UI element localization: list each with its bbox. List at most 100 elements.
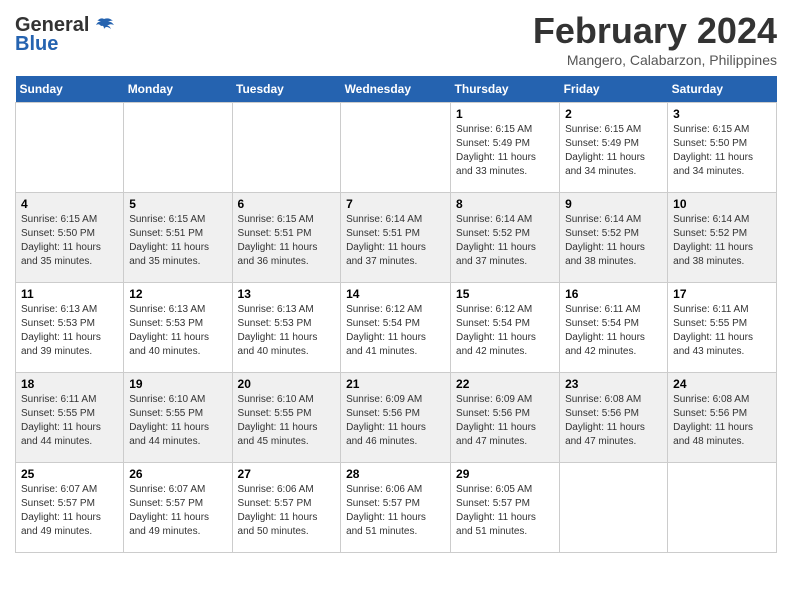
day-number: 27 — [238, 467, 336, 481]
day-number: 28 — [346, 467, 445, 481]
table-cell: 20 Sunrise: 6:10 AM Sunset: 5:55 PM Dayli… — [232, 373, 341, 463]
day-info: Sunrise: 6:12 AM Sunset: 5:54 PM Dayligh… — [346, 303, 445, 359]
day-info: Sunrise: 6:06 AM Sunset: 5:57 PM Dayligh… — [238, 483, 336, 539]
logo-bird-icon — [93, 17, 115, 35]
day-info: Sunrise: 6:15 AM Sunset: 5:50 PM Dayligh… — [673, 123, 771, 179]
table-cell — [341, 103, 451, 193]
calendar-week-row: 4 Sunrise: 6:15 AM Sunset: 5:50 PM Daylig… — [16, 193, 777, 283]
day-number: 21 — [346, 377, 445, 391]
day-number: 4 — [21, 197, 118, 211]
table-cell: 4 Sunrise: 6:15 AM Sunset: 5:50 PM Daylig… — [16, 193, 124, 283]
title-area: February 2024 Mangero, Calabarzon, Phili… — [533, 10, 777, 68]
day-info: Sunrise: 6:14 AM Sunset: 5:52 PM Dayligh… — [565, 213, 662, 269]
day-number: 26 — [129, 467, 226, 481]
day-info: Sunrise: 6:08 AM Sunset: 5:56 PM Dayligh… — [673, 393, 771, 449]
table-cell: 7 Sunrise: 6:14 AM Sunset: 5:51 PM Daylig… — [341, 193, 451, 283]
day-number: 17 — [673, 287, 771, 301]
day-info: Sunrise: 6:08 AM Sunset: 5:56 PM Dayligh… — [565, 393, 662, 449]
day-info: Sunrise: 6:11 AM Sunset: 5:55 PM Dayligh… — [673, 303, 771, 359]
day-number: 18 — [21, 377, 118, 391]
table-cell: 12Sunrise: 6:13 AM Sunset: 5:53 PM Dayli… — [124, 283, 232, 373]
day-number: 6 — [238, 197, 336, 211]
day-info: Sunrise: 6:15 AM Sunset: 5:50 PM Dayligh… — [21, 213, 118, 269]
table-cell: 9 Sunrise: 6:14 AM Sunset: 5:52 PM Daylig… — [560, 193, 668, 283]
table-cell: 5 Sunrise: 6:15 AM Sunset: 5:51 PM Daylig… — [124, 193, 232, 283]
day-number: 10 — [673, 197, 771, 211]
header-tuesday: Tuesday — [232, 76, 341, 103]
table-cell: 14 Sunrise: 6:12 AM Sunset: 5:54 PM Dayli… — [341, 283, 451, 373]
header-monday: Monday — [124, 76, 232, 103]
day-info: Sunrise: 6:15 AM Sunset: 5:49 PM Dayligh… — [456, 123, 554, 179]
table-cell: 26 Sunrise: 6:07 AM Sunset: 5:57 PM Dayli… — [124, 463, 232, 553]
table-cell: 1 Sunrise: 6:15 AM Sunset: 5:49 PM Daylig… — [451, 103, 560, 193]
day-info: Sunrise: 6:10 AM Sunset: 5:55 PM Dayligh… — [238, 393, 336, 449]
day-number: 2 — [565, 107, 662, 121]
day-number: 7 — [346, 197, 445, 211]
month-title: February 2024 — [533, 10, 777, 52]
table-cell: 2 Sunrise: 6:15 AM Sunset: 5:49 PM Daylig… — [560, 103, 668, 193]
table-cell: 29 Sunrise: 6:05 AM Sunset: 5:57 PM Dayli… — [451, 463, 560, 553]
calendar-week-row: 18 Sunrise: 6:11 AM Sunset: 5:55 PM Dayli… — [16, 373, 777, 463]
day-info: Sunrise: 6:10 AM Sunset: 5:55 PM Dayligh… — [129, 393, 226, 449]
day-info: Sunrise: 6:12 AM Sunset: 5:54 PM Dayligh… — [456, 303, 554, 359]
day-number: 5 — [129, 197, 226, 211]
day-number: 16 — [565, 287, 662, 301]
day-number: 20 — [238, 377, 336, 391]
header-thursday: Thursday — [451, 76, 560, 103]
day-info: Sunrise: 6:07 AM Sunset: 5:57 PM Dayligh… — [129, 483, 226, 539]
day-number: 22 — [456, 377, 554, 391]
day-info: Sunrise: 6:11 AM Sunset: 5:55 PM Dayligh… — [21, 393, 118, 449]
table-cell: 23Sunrise: 6:08 AM Sunset: 5:56 PM Dayli… — [560, 373, 668, 463]
table-cell: 10 Sunrise: 6:14 AM Sunset: 5:52 PM Dayli… — [668, 193, 777, 283]
table-cell: 18 Sunrise: 6:11 AM Sunset: 5:55 PM Dayli… — [16, 373, 124, 463]
table-cell — [560, 463, 668, 553]
day-number: 14 — [346, 287, 445, 301]
day-info: Sunrise: 6:05 AM Sunset: 5:57 PM Dayligh… — [456, 483, 554, 539]
day-info: Sunrise: 6:13 AM Sunset: 5:53 PM Dayligh… — [21, 303, 118, 359]
header-friday: Friday — [560, 76, 668, 103]
location-subtitle: Mangero, Calabarzon, Philippines — [533, 52, 777, 68]
day-info: Sunrise: 6:09 AM Sunset: 5:56 PM Dayligh… — [456, 393, 554, 449]
table-cell — [16, 103, 124, 193]
day-number: 19 — [129, 377, 226, 391]
table-cell: 24 Sunrise: 6:08 AM Sunset: 5:56 PM Dayli… — [668, 373, 777, 463]
day-info: Sunrise: 6:15 AM Sunset: 5:51 PM Dayligh… — [238, 213, 336, 269]
day-number: 12 — [129, 287, 226, 301]
day-number: 15 — [456, 287, 554, 301]
table-cell: 19 Sunrise: 6:10 AM Sunset: 5:55 PM Dayli… — [124, 373, 232, 463]
logo: General Blue — [15, 14, 115, 56]
day-info: Sunrise: 6:15 AM Sunset: 5:49 PM Dayligh… — [565, 123, 662, 179]
table-cell: 13 Sunrise: 6:13 AM Sunset: 5:53 PM Dayli… — [232, 283, 341, 373]
table-cell: 6 Sunrise: 6:15 AM Sunset: 5:51 PM Daylig… — [232, 193, 341, 283]
table-cell: 28 Sunrise: 6:06 AM Sunset: 5:57 PM Dayli… — [341, 463, 451, 553]
day-info: Sunrise: 6:14 AM Sunset: 5:51 PM Dayligh… — [346, 213, 445, 269]
calendar-week-row: 25 Sunrise: 6:07 AM Sunset: 5:57 PM Dayli… — [16, 463, 777, 553]
day-info: Sunrise: 6:06 AM Sunset: 5:57 PM Dayligh… — [346, 483, 445, 539]
day-number: 13 — [238, 287, 336, 301]
day-number: 24 — [673, 377, 771, 391]
day-number: 29 — [456, 467, 554, 481]
day-number: 9 — [565, 197, 662, 211]
table-cell: 27 Sunrise: 6:06 AM Sunset: 5:57 PM Dayli… — [232, 463, 341, 553]
table-cell: 25 Sunrise: 6:07 AM Sunset: 5:57 PM Dayli… — [16, 463, 124, 553]
logo-blue-text: Blue — [15, 33, 58, 56]
header: General Blue February 2024 Mangero, Cala… — [15, 10, 777, 68]
calendar-week-row: 11 Sunrise: 6:13 AM Sunset: 5:53 PM Dayli… — [16, 283, 777, 373]
header-wednesday: Wednesday — [341, 76, 451, 103]
table-cell: 16 Sunrise: 6:11 AM Sunset: 5:54 PM Dayli… — [560, 283, 668, 373]
day-info: Sunrise: 6:14 AM Sunset: 5:52 PM Dayligh… — [673, 213, 771, 269]
calendar-week-row: 1 Sunrise: 6:15 AM Sunset: 5:49 PM Daylig… — [16, 103, 777, 193]
table-cell: 21Sunrise: 6:09 AM Sunset: 5:56 PM Dayli… — [341, 373, 451, 463]
day-info: Sunrise: 6:15 AM Sunset: 5:51 PM Dayligh… — [129, 213, 226, 269]
day-number: 1 — [456, 107, 554, 121]
day-number: 25 — [21, 467, 118, 481]
day-number: 3 — [673, 107, 771, 121]
table-cell — [124, 103, 232, 193]
table-cell — [232, 103, 341, 193]
day-info: Sunrise: 6:11 AM Sunset: 5:54 PM Dayligh… — [565, 303, 662, 359]
table-cell: 22 Sunrise: 6:09 AM Sunset: 5:56 PM Dayli… — [451, 373, 560, 463]
day-number: 11 — [21, 287, 118, 301]
day-info: Sunrise: 6:07 AM Sunset: 5:57 PM Dayligh… — [21, 483, 118, 539]
day-info: Sunrise: 6:13 AM Sunset: 5:53 PM Dayligh… — [238, 303, 336, 359]
day-info: Sunrise: 6:14 AM Sunset: 5:52 PM Dayligh… — [456, 213, 554, 269]
